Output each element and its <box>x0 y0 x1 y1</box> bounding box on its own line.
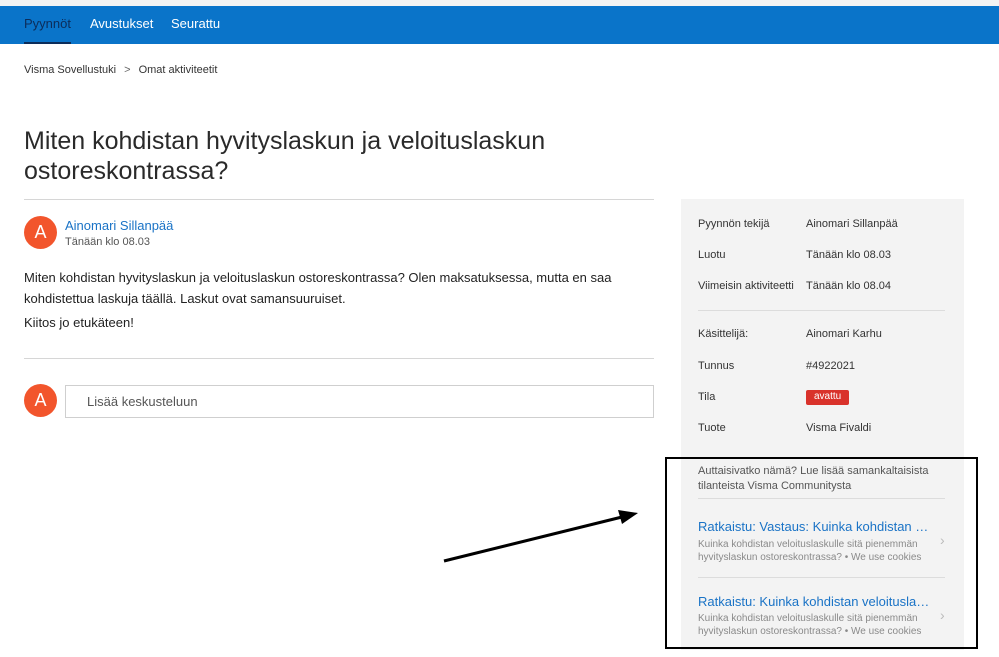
annotation-arrow-icon <box>443 510 638 563</box>
